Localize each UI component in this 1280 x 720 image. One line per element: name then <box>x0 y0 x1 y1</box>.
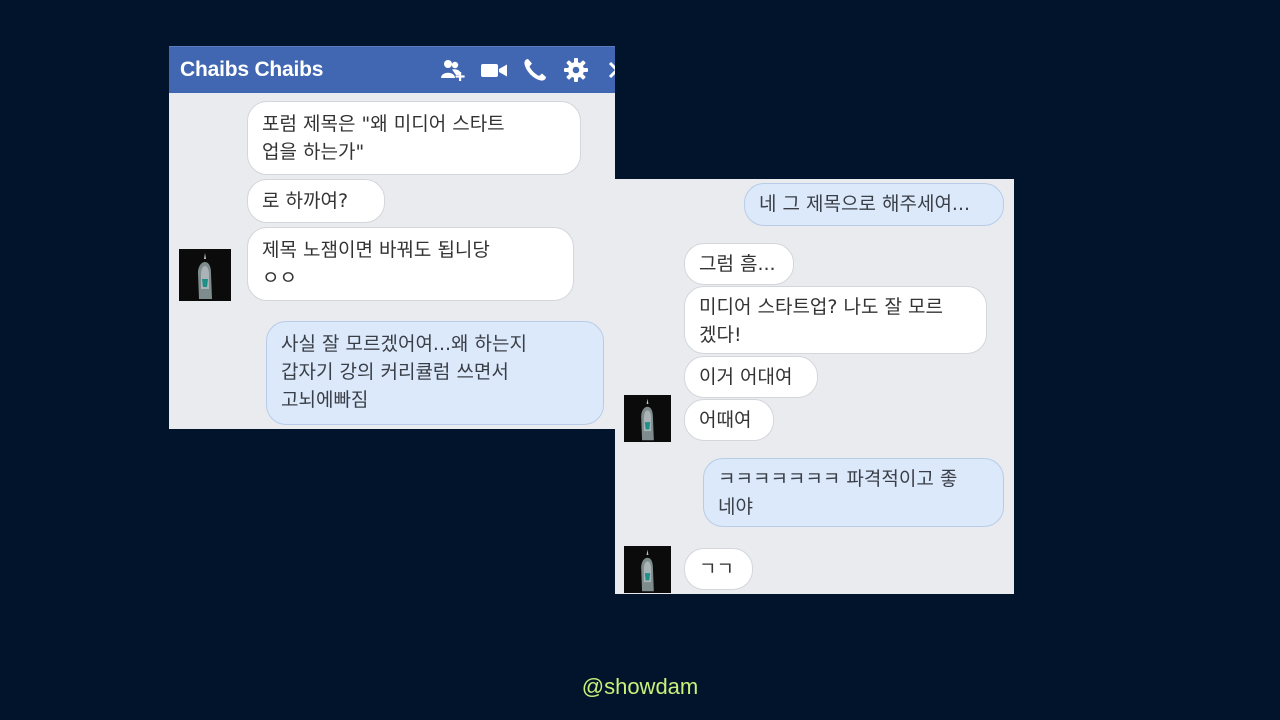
message-bubble-outgoing: 사실 잘 모르겠어여...왜 하는지 갑자기 강의 커리큘럼 쓰면서 고뇌에빠짐 <box>266 321 604 425</box>
message-bubble-incoming: 미디어 스타트업? 나도 잘 모르 겠다! <box>684 286 987 354</box>
chat-title[interactable]: Chaibs Chaibs <box>180 58 323 82</box>
message-bubble-incoming: 제목 노잼이면 바꿔도 됩니당 ㅇㅇ <box>247 227 574 301</box>
message-bubble-incoming: 포럼 제목은 "왜 미디어 스타트 업을 하는가" <box>247 101 581 175</box>
left-chat-panel: Chaibs Chaibs 포럼 제목은 "왜 미디어 스타트 업을 하는가" … <box>169 46 615 429</box>
settings-gear-icon[interactable] <box>562 56 590 84</box>
message-bubble-incoming: 어때여 <box>684 399 774 441</box>
message-bubble-incoming: 로 하까여? <box>247 179 385 223</box>
avatar[interactable] <box>624 546 671 593</box>
video-call-icon[interactable] <box>480 56 508 84</box>
message-bubble-incoming: ㄱㄱ <box>684 548 753 590</box>
close-icon[interactable] <box>603 56 615 84</box>
message-bubble-outgoing: 네 그 제목으로 해주세여... <box>744 183 1004 226</box>
message-bubble-incoming: 이거 어대여 <box>684 356 818 398</box>
avatar[interactable] <box>179 249 231 301</box>
add-friend-icon[interactable] <box>439 56 467 84</box>
watermark-handle: @showdam <box>581 674 699 699</box>
right-chat-panel: 네 그 제목으로 해주세여... 그럼 흠... 미디어 스타트업? 나도 잘 … <box>615 179 1014 594</box>
message-bubble-outgoing: ㅋㅋㅋㅋㅋㅋㅋ 파격적이고 좋 네야 <box>703 458 1004 527</box>
chat-header: Chaibs Chaibs <box>169 46 615 93</box>
avatar[interactable] <box>624 395 671 442</box>
message-bubble-incoming: 그럼 흠... <box>684 243 794 285</box>
phone-icon[interactable] <box>521 56 549 84</box>
